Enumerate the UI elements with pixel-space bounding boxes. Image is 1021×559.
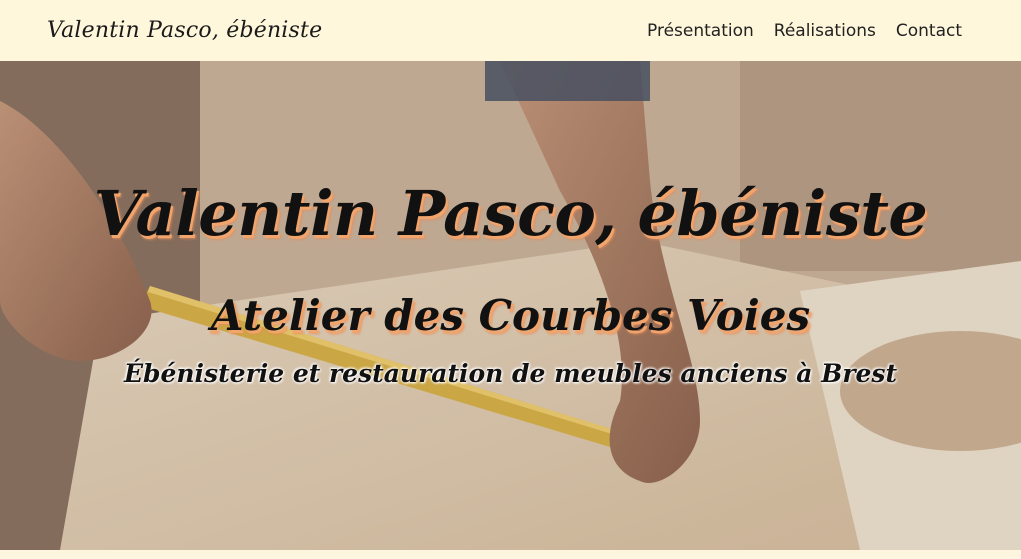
- nav-link-contact[interactable]: Contact: [896, 21, 962, 41]
- navbar: Valentin Pasco, ébéniste Présentation Ré…: [0, 0, 1021, 61]
- hero-subtitle: Atelier des Courbes Voies: [210, 291, 811, 340]
- hero-section: Valentin Pasco, ébéniste Atelier des Cou…: [0, 61, 1021, 550]
- hero-title: Valentin Pasco, ébéniste: [93, 177, 928, 250]
- nav-link-presentation[interactable]: Présentation: [647, 21, 754, 41]
- hero-text-block: Valentin Pasco, ébéniste Atelier des Cou…: [0, 61, 1021, 550]
- nav-link-realisations[interactable]: Réalisations: [774, 21, 876, 41]
- nav-links: Présentation Réalisations Contact: [647, 21, 962, 41]
- hero-tagline: Ébénisterie et restauration de meubles a…: [123, 359, 898, 388]
- bottom-strip: [0, 550, 1021, 559]
- brand-logo-link[interactable]: Valentin Pasco, ébéniste: [47, 18, 322, 43]
